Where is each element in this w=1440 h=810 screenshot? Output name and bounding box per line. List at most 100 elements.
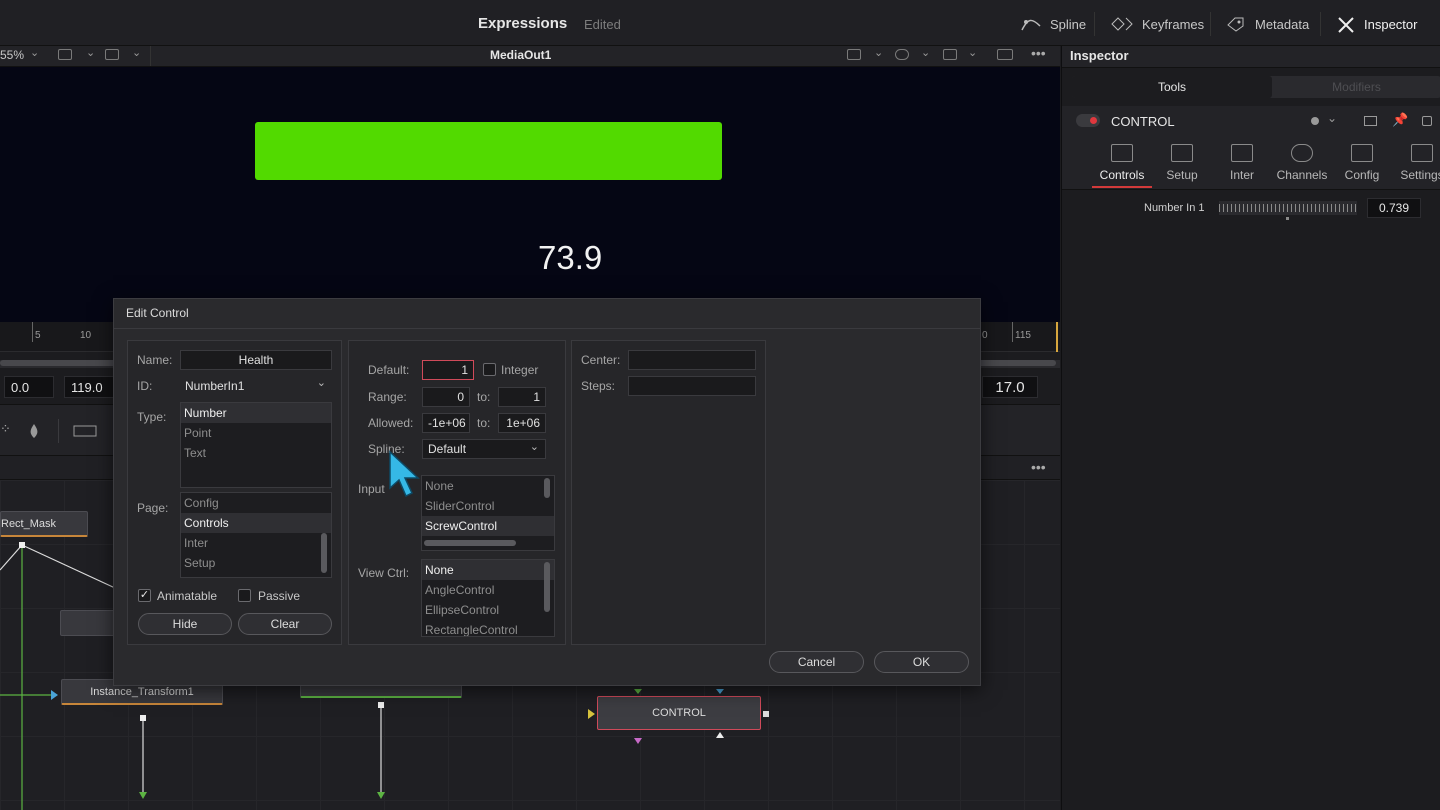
subtab-setup[interactable]: Setup	[1152, 142, 1212, 188]
keyframes-button[interactable]: Keyframes	[1100, 10, 1214, 38]
start-time-field[interactable]: 0.0	[4, 376, 54, 398]
page-list[interactable]: Config Controls Inter Setup	[180, 492, 332, 578]
allowed-min-field[interactable]: -1e+06	[422, 413, 470, 433]
subtab-controls[interactable]: Controls	[1092, 142, 1152, 188]
scrollbar[interactable]	[321, 533, 327, 573]
tick-label: 0	[982, 330, 988, 341]
id-dropdown[interactable]: NumberIn1 ⌄	[180, 376, 332, 396]
color-dot-icon[interactable]	[1311, 117, 1319, 125]
inspector-button[interactable]: Inspector	[1326, 10, 1427, 38]
subtab-settings[interactable]: Settings	[1392, 142, 1440, 188]
color-icon[interactable]	[895, 49, 909, 60]
list-item[interactable]: Number	[181, 403, 331, 423]
chevron-down-icon[interactable]: ⌄	[874, 46, 883, 59]
tool-enable-toggle[interactable]	[1076, 114, 1100, 127]
split-view-icon[interactable]	[997, 49, 1013, 60]
integer-checkbox[interactable]	[483, 363, 496, 376]
subtab-channels[interactable]: Channels	[1272, 142, 1332, 188]
metadata-button[interactable]: Metadata	[1215, 10, 1319, 38]
range-min-field[interactable]: 0	[422, 387, 470, 407]
roi-icon[interactable]	[847, 49, 861, 60]
input-list[interactable]: None SliderControl ScrewControl	[421, 475, 555, 551]
transform-icon[interactable]	[72, 423, 100, 439]
cancel-button[interactable]: Cancel	[769, 651, 864, 673]
current-time-field[interactable]: 17.0	[982, 376, 1038, 398]
chevron-down-icon[interactable]: ⌄	[921, 46, 930, 59]
grid-icon[interactable]	[943, 49, 957, 60]
tab-modifiers[interactable]: Modifiers	[1272, 76, 1440, 98]
node-unnamed[interactable]	[60, 610, 120, 636]
param-screw-control[interactable]	[1219, 201, 1357, 215]
version-icon[interactable]	[1364, 116, 1377, 126]
node-control[interactable]: CONTROL	[597, 696, 761, 730]
inspector-tabs: Tools Modifiers	[1072, 76, 1440, 98]
passive-label: Passive	[258, 589, 301, 603]
center-label: Center:	[581, 353, 621, 367]
allowed-max-field[interactable]: 1e+06	[498, 413, 546, 433]
list-item[interactable]: Config	[181, 493, 331, 513]
scrollbar[interactable]	[544, 562, 550, 612]
list-item[interactable]: Setup	[181, 553, 331, 573]
chevron-down-icon[interactable]: ⌄	[30, 46, 39, 59]
list-item[interactable]: AngleControl	[422, 580, 554, 600]
tab-tools[interactable]: Tools	[1072, 76, 1272, 98]
range-max-field[interactable]: 1	[498, 387, 546, 407]
subtab-inter[interactable]: Inter	[1212, 142, 1272, 188]
chevron-down-icon[interactable]: ⌄	[968, 46, 977, 59]
list-item[interactable]: SliderControl	[422, 496, 554, 516]
tool-icon[interactable]: ⁘	[0, 421, 11, 437]
list-item[interactable]: None	[422, 560, 554, 580]
top-bar: Expressions Edited Spline Keyframes Meta…	[0, 0, 1440, 46]
hide-button[interactable]: Hide	[138, 613, 232, 635]
list-item[interactable]: None	[422, 476, 554, 496]
a-icon[interactable]	[58, 49, 72, 60]
spline-value: Default	[428, 442, 467, 456]
zoom-level[interactable]: 55%	[0, 48, 24, 62]
horizontal-scrollbar[interactable]	[424, 540, 516, 546]
viewctrl-list[interactable]: None AngleControl EllipseControl Rectang…	[421, 559, 555, 637]
type-list[interactable]: Number Point Text	[180, 402, 332, 488]
chevron-down-icon[interactable]: ⌄	[1327, 111, 1337, 125]
input-label: Input	[358, 482, 385, 496]
chevron-down-icon[interactable]: ⌄	[132, 46, 141, 59]
dialog-title: Edit Control	[126, 306, 189, 320]
animatable-checkbox[interactable]: ✓	[138, 589, 151, 602]
ok-button[interactable]: OK	[874, 651, 969, 673]
viewctrl-label: View Ctrl:	[358, 566, 410, 580]
more-options-icon[interactable]: •••	[1031, 45, 1046, 61]
cursor-icon	[389, 450, 420, 498]
subtab-config[interactable]: Config	[1332, 142, 1392, 188]
list-item[interactable]: RectangleControl	[422, 620, 554, 636]
channels-icon	[1291, 144, 1313, 162]
clear-button[interactable]: Clear	[238, 613, 332, 635]
list-item[interactable]: EllipseControl	[422, 600, 554, 620]
lock-icon[interactable]	[1422, 116, 1432, 126]
steps-label: Steps:	[581, 379, 616, 393]
chevron-down-icon: ⌄	[529, 441, 539, 453]
name-field[interactable]: Health	[180, 350, 332, 370]
center-field[interactable]	[628, 350, 756, 370]
viewer-toolbar: 55% ⌄ ⌄ ⌄ MediaOut1 ⌄ ⌄ ⌄ •••	[0, 45, 1060, 67]
middle-panel: Default: 1 Integer Range: 0 to: 1 Allowe…	[348, 340, 566, 645]
tick-label: 10	[80, 330, 92, 341]
steps-field[interactable]	[628, 376, 756, 396]
passive-checkbox[interactable]	[238, 589, 251, 602]
spline-dropdown[interactable]: Default ⌄	[422, 439, 546, 459]
pin-icon[interactable]: 📌	[1392, 112, 1408, 128]
view-mode-icon[interactable]	[105, 49, 119, 60]
more-options-icon[interactable]: •••	[1031, 459, 1046, 475]
chevron-down-icon[interactable]: ⌄	[86, 46, 95, 59]
list-item[interactable]: ScrewControl	[422, 516, 554, 536]
scrollbar[interactable]	[544, 478, 550, 498]
list-item[interactable]: Controls	[181, 513, 331, 533]
health-bar	[255, 122, 722, 180]
node-rect-mask[interactable]: Rect_Mask	[0, 511, 88, 537]
default-field[interactable]: 1	[422, 360, 474, 380]
list-item[interactable]: Inter	[181, 533, 331, 553]
list-item[interactable]: Point	[181, 423, 331, 443]
end-time-field[interactable]: 119.0	[64, 376, 114, 398]
param-value-field[interactable]: 0.739	[1367, 198, 1421, 218]
list-item[interactable]: Text	[181, 443, 331, 463]
spline-button[interactable]: Spline	[1010, 10, 1096, 38]
drop-icon[interactable]	[28, 423, 40, 439]
